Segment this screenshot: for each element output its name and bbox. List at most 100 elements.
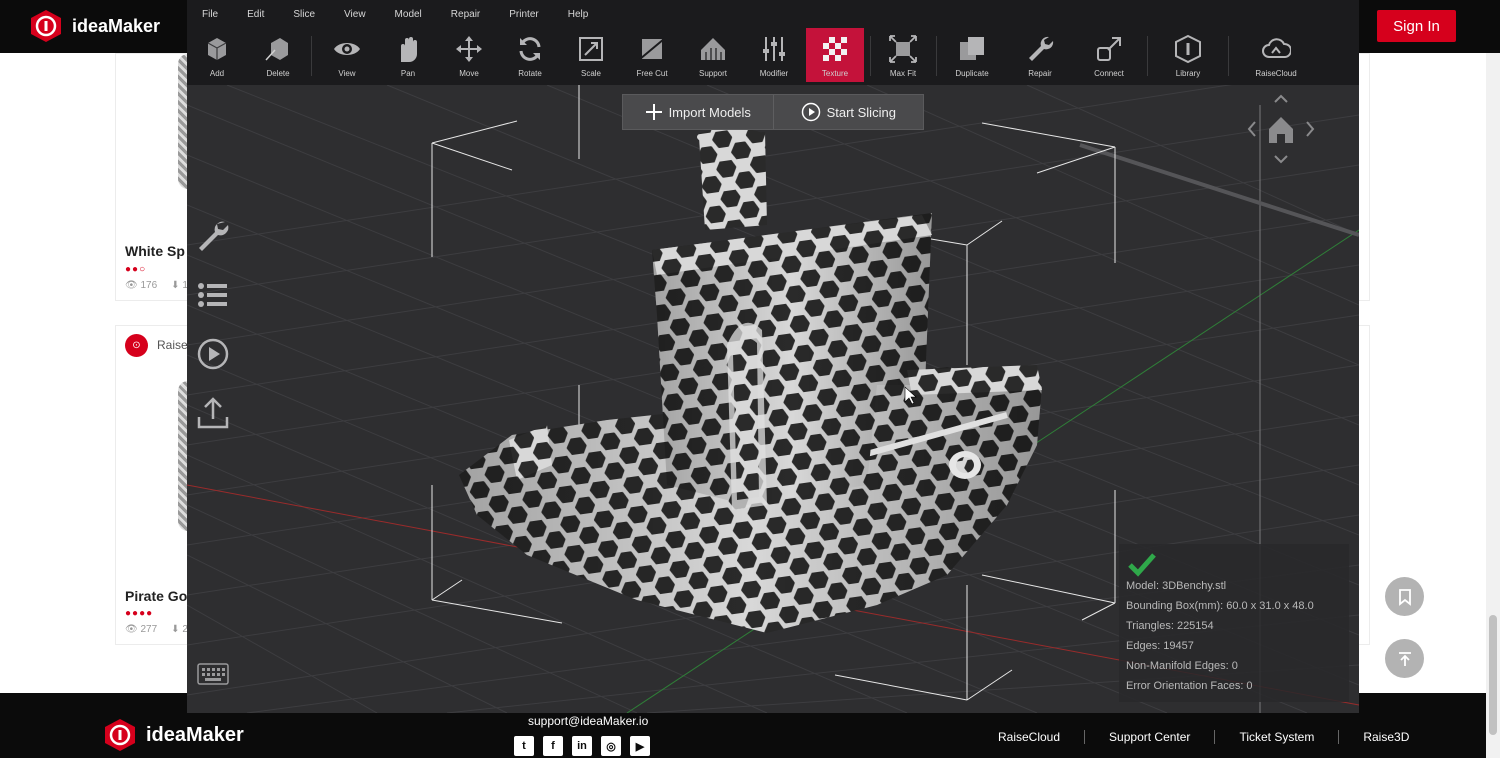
linkedin-icon[interactable]: in [572, 736, 592, 756]
author-avatar[interactable]: ⊙ [125, 334, 148, 357]
tool-scale[interactable]: Scale [562, 28, 620, 82]
page-scrollbar-thumb[interactable] [1489, 615, 1497, 735]
tool-library[interactable]: Library [1159, 28, 1217, 82]
play-circle-icon [801, 102, 820, 122]
ideamaker-app-window: File Edit Slice View Model Repair Printe… [187, 0, 1359, 713]
views-count: 👁 176 [125, 280, 158, 291]
card-stats: 👁 277 ⬇ 2 [125, 624, 188, 635]
duplicate-icon [960, 37, 984, 60]
tool-connect[interactable]: Connect [1080, 28, 1138, 82]
menu-printer[interactable]: Printer [509, 0, 538, 28]
back-to-top-button[interactable] [1385, 639, 1424, 678]
tool-delete[interactable]: Delete [249, 28, 307, 82]
bounding-box: Bounding Box(mm): 60.0 x 31.0 x 48.0 [1126, 600, 1314, 612]
chevron-right-icon [1306, 121, 1315, 137]
rotate-icon [519, 37, 541, 61]
support-icon [701, 38, 725, 60]
support-email-link[interactable]: support@ideaMaker.io [528, 714, 648, 728]
checkmark-icon [1128, 553, 1156, 577]
card-stats: 👁 176 ⬇ 1 [125, 280, 188, 291]
cloud-icon [1262, 38, 1291, 58]
tool-repair[interactable]: Repair [1011, 28, 1069, 82]
tool-raisecloud[interactable]: RaiseCloud [1247, 28, 1305, 82]
play-circle-icon[interactable] [195, 336, 231, 372]
model-info-panel: Model: 3DBenchy.stl Bounding Box(mm): 60… [1119, 544, 1349, 702]
menu-view[interactable]: View [344, 0, 366, 28]
chevron-up-icon [1274, 94, 1288, 103]
footer-brand-name: ideaMaker [146, 723, 244, 746]
free-cut-icon [639, 38, 665, 60]
upload-icon[interactable] [195, 395, 231, 431]
triangle-count: Triangles: 225154 [1126, 620, 1214, 632]
checker-texture-icon [823, 37, 847, 61]
hand-icon [401, 37, 417, 62]
instagram-icon[interactable]: ◎ [601, 736, 621, 756]
menu-file[interactable]: File [202, 0, 218, 28]
youtube-icon[interactable]: ▶ [630, 736, 650, 756]
footer-link-support-center[interactable]: Support Center [1084, 730, 1214, 744]
keyboard-icon[interactable] [197, 663, 229, 685]
chevron-down-icon [1274, 155, 1288, 164]
plus-icon [645, 104, 662, 120]
author-name[interactable]: Raise [157, 338, 188, 352]
downloads-count: ⬇ 1 [171, 280, 188, 291]
arrow-up-icon [1398, 651, 1411, 666]
menu-edit[interactable]: Edit [247, 0, 264, 28]
tool-support[interactable]: Support [684, 28, 742, 82]
bookmark-button[interactable] [1385, 577, 1424, 616]
tool-duplicate[interactable]: Duplicate [943, 28, 1001, 82]
non-manifold-edges: Non-Manifold Edges: 0 [1126, 660, 1238, 672]
tool-move[interactable]: Move [440, 28, 498, 82]
card-rating: ●●●● [125, 608, 154, 619]
delete-model-icon [265, 38, 288, 61]
camera-nav-controls[interactable] [1237, 90, 1327, 170]
tool-modifier[interactable]: Modifier [745, 28, 803, 82]
scale-icon [579, 37, 603, 61]
model-name: Model: 3DBenchy.stl [1126, 580, 1227, 592]
card-title[interactable]: White Sp [125, 243, 185, 259]
card-title[interactable]: Pirate Go [125, 588, 187, 604]
social-links: t f in ◎ ▶ [514, 736, 650, 756]
error-orientation-faces: Error Orientation Faces: 0 [1126, 680, 1253, 692]
3d-viewport[interactable]: Import Models Start Slicing Model: 3DBen… [187, 85, 1359, 713]
move-arrows-icon [456, 36, 482, 62]
tool-texture[interactable]: Texture [806, 28, 864, 82]
connect-icon [1097, 37, 1121, 61]
tool-rotate[interactable]: Rotate [501, 28, 559, 82]
wrench-icon [1029, 36, 1054, 61]
footer-logo[interactable]: ideaMaker [104, 718, 244, 752]
footer-link-raisecloud[interactable]: RaiseCloud [998, 730, 1084, 744]
home-icon [1269, 117, 1293, 143]
ideamaker-logo-icon [105, 719, 135, 751]
menu-slice[interactable]: Slice [293, 0, 315, 28]
wrench-icon[interactable] [195, 218, 231, 254]
site-brand-name: ideaMaker [72, 15, 161, 36]
bookmark-icon [1398, 588, 1411, 606]
ideamaker-logo-icon [31, 10, 61, 42]
site-logo[interactable]: ideaMaker [30, 9, 160, 43]
menu-model[interactable]: Model [395, 0, 422, 28]
sign-in-button[interactable]: Sign In [1377, 10, 1456, 42]
footer-links: RaiseCloud Support Center Ticket System … [998, 730, 1433, 744]
tool-pan[interactable]: Pan [379, 28, 437, 82]
tool-max-fit[interactable]: Max Fit [874, 28, 932, 82]
library-icon [1175, 34, 1201, 64]
menu-help[interactable]: Help [568, 0, 589, 28]
twitter-icon[interactable]: t [514, 736, 534, 756]
main-toolbar: Add Delete View Pan Move Rotate Scale Fr… [187, 28, 1359, 85]
menu-bar: File Edit Slice View Model Repair Printe… [187, 0, 1359, 28]
tool-add[interactable]: Add [188, 28, 246, 82]
facebook-icon[interactable]: f [543, 736, 563, 756]
tool-free-cut[interactable]: Free Cut [623, 28, 681, 82]
start-slicing-button[interactable]: Start Slicing [772, 95, 924, 129]
eye-icon [334, 43, 360, 55]
import-models-button[interactable]: Import Models [623, 95, 773, 129]
footer-link-raise3d[interactable]: Raise3D [1338, 730, 1433, 744]
sliders-icon [763, 37, 785, 61]
menu-repair[interactable]: Repair [451, 0, 480, 28]
tool-view[interactable]: View [318, 28, 376, 82]
footer-link-ticket-system[interactable]: Ticket System [1214, 730, 1338, 744]
list-icon[interactable] [195, 277, 231, 313]
chevron-left-icon [1247, 121, 1256, 137]
viewport-action-bar: Import Models Start Slicing [622, 94, 924, 130]
